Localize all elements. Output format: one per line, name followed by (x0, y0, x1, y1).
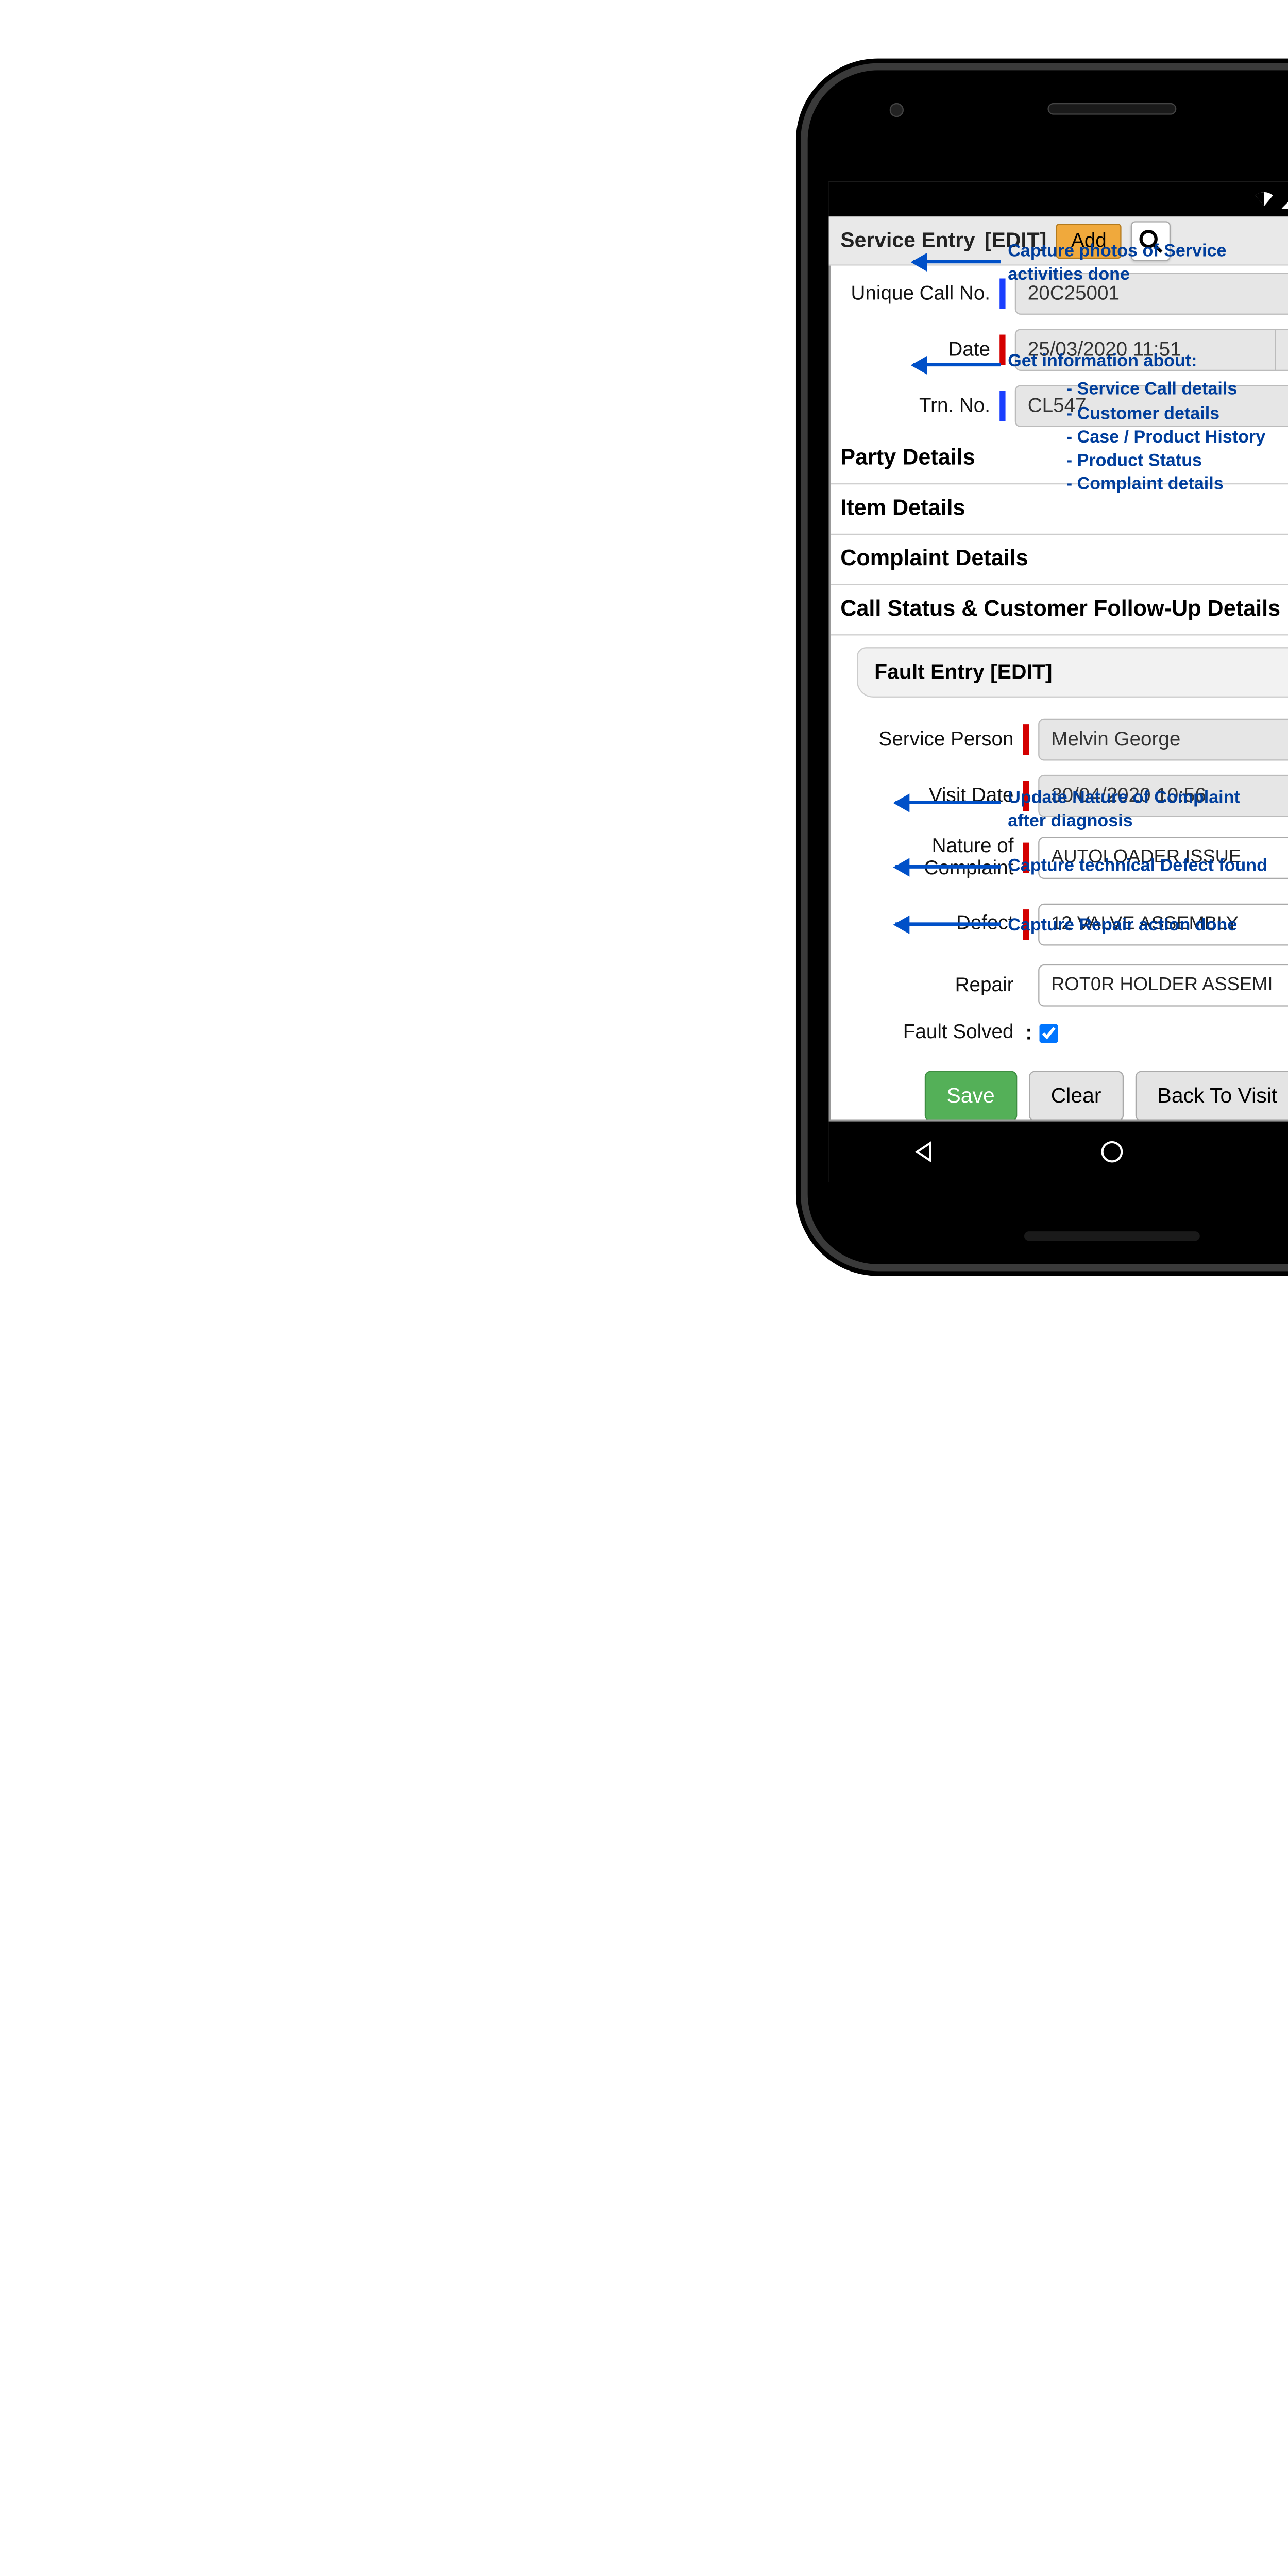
clear-button[interactable]: Clear (1029, 1071, 1124, 1122)
status-bar: 12:29 (829, 181, 1288, 216)
annotation-info-item: Complaint details (1066, 473, 1288, 497)
speaker (1047, 103, 1176, 115)
annotation-arrow (913, 363, 1001, 366)
nature-label: Nature of Complaint (840, 836, 1013, 879)
required-marker (999, 391, 1005, 421)
unique-call-label: Unique Call No. (840, 283, 990, 304)
section-label: Call Status & Customer Follow-Up Details (840, 597, 1280, 623)
section-label: Party Details (840, 446, 975, 472)
screen: 12:29 Service Entry [EDIT] Add Expand (829, 181, 1288, 1182)
repair-label: Repair (840, 975, 1013, 996)
fault-solved-label: Fault Solved (840, 1022, 1013, 1044)
annotation-info-item: Product Status (1066, 449, 1288, 473)
fault-entry-header: Fault Entry [EDIT] (857, 647, 1288, 698)
front-camera (890, 103, 904, 117)
required-marker (999, 335, 1005, 365)
android-nav-bar (829, 1122, 1288, 1182)
annotation-arrow (895, 865, 1001, 869)
colon: : (1025, 1021, 1032, 1045)
annotation-nature: Update Nature of Complaint after diagnos… (1008, 787, 1277, 834)
required-marker (999, 279, 1005, 309)
annotation-info-list: Service Call details Customer details Ca… (1066, 378, 1288, 497)
service-person-label: Service Person (840, 729, 1013, 751)
annotation-defect: Capture technical Defect found (1008, 855, 1277, 878)
annotation-info: Get information about: Service Call deta… (1008, 350, 1288, 497)
annotation-info-item: Case / Product History (1066, 426, 1288, 449)
nav-back-icon[interactable] (910, 1139, 936, 1165)
back-to-visit-button[interactable]: Back To Visit (1135, 1071, 1288, 1122)
page-title: Service Entry (840, 228, 975, 253)
save-button[interactable]: Save (924, 1071, 1017, 1122)
nav-home-icon[interactable] (1099, 1139, 1125, 1165)
section-label: Complaint Details (840, 547, 1028, 572)
wifi-icon (1254, 189, 1275, 210)
trn-no-label: Trn. No. (840, 395, 990, 417)
fault-solved-checkbox[interactable] (1040, 1024, 1058, 1042)
bottom-speaker (1024, 1231, 1200, 1241)
annotation-arrow (895, 801, 1001, 804)
section-label: Item Details (840, 496, 965, 522)
annotation-arrow (913, 260, 1001, 263)
annotation-info-item: Customer details (1066, 402, 1288, 426)
annotation-repair: Capture Repair action done (1008, 914, 1277, 938)
section-complaint-details[interactable]: Complaint Details (831, 535, 1288, 585)
repair-select[interactable]: ROT0R HOLDER ASSEMI (1038, 964, 1288, 1007)
annotation-camera: Capture photos of Service activities don… (1008, 240, 1277, 287)
annotation-arrow (895, 922, 1001, 926)
service-person-input[interactable]: Melvin George (1038, 719, 1288, 761)
annotation-info-item: Service Call details (1066, 378, 1288, 402)
section-call-status[interactable]: Call Status & Customer Follow-Up Details (831, 585, 1288, 636)
required-marker (1023, 724, 1029, 755)
cell-signal-icon (1282, 189, 1288, 210)
annotation-info-title: Get information about: (1008, 351, 1197, 371)
